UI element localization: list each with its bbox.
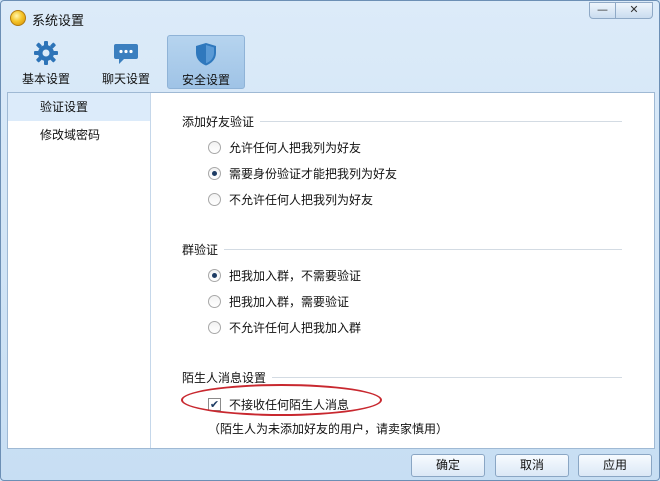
radio-label: 允许任何人把我列为好友 [229,141,362,155]
highlight-annotation-ellipse [181,384,382,416]
radio-require-verification-add-friend[interactable]: 需要身份验证才能把我列为好友 [208,165,397,182]
tab-chat-settings-label: 聊天设置 [101,72,150,86]
settings-sidebar: 验证设置 修改域密码 [8,93,151,448]
radio-button-selected[interactable] [208,269,221,282]
tab-chat-settings[interactable]: 聊天设置 [87,35,165,89]
radio-button[interactable] [208,321,221,334]
radio-label: 需要身份验证才能把我列为好友 [229,167,398,181]
radio-label: 不允许任何人把我加入群 [229,321,362,335]
window-controls: — ✕ [589,2,653,20]
radio-join-group-no-verify[interactable]: 把我加入群，不需要验证 [208,267,361,284]
app-logo-icon [10,10,26,26]
chat-bubble-icon [114,44,138,64]
title-bar: 系统设置 — ✕ [1,1,659,35]
tab-security-settings[interactable]: 安全设置 [167,35,245,89]
settings-toolbar: 基本设置 聊天设置 安全设置 [7,35,247,89]
dialog-footer: 确定 取消 应用 [1,449,659,480]
radio-button-selected[interactable] [208,167,221,180]
radio-button[interactable] [208,141,221,154]
tab-security-settings-label: 安全设置 [181,73,230,87]
friend-verify-title: 添加好友验证 [182,113,261,130]
shield-icon [196,43,216,66]
radio-label: 把我加入群，需要验证 [229,295,350,309]
settings-window: 系统设置 — ✕ 基本设置 聊天设置 安全设置 验证设置 修改域密码 添加好友验… [0,0,660,481]
minimize-button[interactable]: — [589,2,616,19]
radio-label: 把我加入群，不需要验证 [229,269,362,283]
stranger-note: （陌生人为未添加好友的用户，请卖家慎用） [208,422,449,436]
radio-deny-anyone-add-friend[interactable]: 不允许任何人把我列为好友 [208,191,373,208]
radio-button[interactable] [208,295,221,308]
ok-button[interactable]: 确定 [411,454,485,477]
radio-join-group-verify[interactable]: 把我加入群，需要验证 [208,293,349,310]
sidebar-item-change-domain-password[interactable]: 修改域密码 [8,121,150,149]
close-button[interactable]: ✕ [615,2,653,19]
radio-label: 不允许任何人把我列为好友 [229,193,374,207]
radio-button[interactable] [208,193,221,206]
sidebar-item-verify-settings[interactable]: 验证设置 [8,93,150,121]
gear-icon [34,41,58,65]
cancel-button[interactable]: 取消 [495,454,569,477]
tab-basic-settings-label: 基本设置 [21,72,70,86]
group-divider [182,249,622,250]
apply-button[interactable]: 应用 [578,454,652,477]
group-verify-title: 群验证 [182,241,225,258]
tab-basic-settings[interactable]: 基本设置 [7,35,85,89]
radio-deny-join-group[interactable]: 不允许任何人把我加入群 [208,319,361,336]
window-title: 系统设置 [32,14,85,29]
radio-allow-anyone-add-friend[interactable]: 允许任何人把我列为好友 [208,139,361,156]
